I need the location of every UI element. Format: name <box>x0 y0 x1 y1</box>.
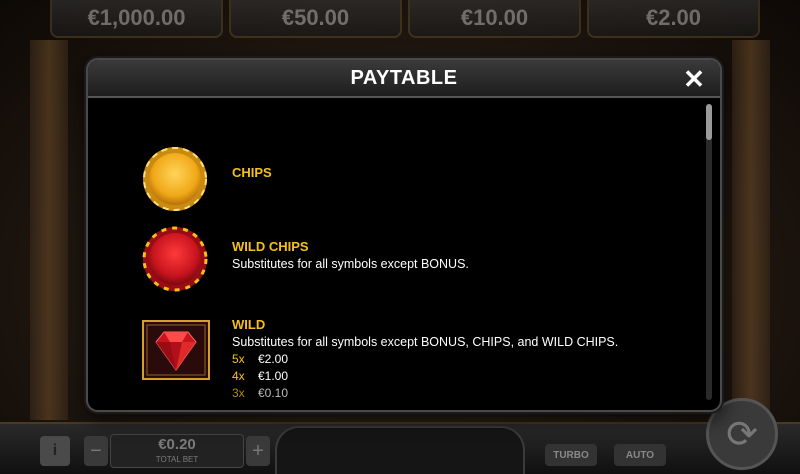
wild-chips-text: WILD CHIPS Substitutes for all symbols e… <box>232 238 469 273</box>
bottom-control-bar: i − €0.20 TOTAL BET + TURBO AUTO ⟳ <box>0 398 800 474</box>
pay-amount: €2.00 <box>258 352 289 366</box>
modal-header: PAYTABLE ✕ <box>88 60 720 98</box>
red-chip-icon <box>142 226 208 292</box>
bet-decrease-button[interactable]: − <box>84 436 108 466</box>
ruby-gem-icon <box>142 320 210 380</box>
pay-line: 4x €1.00 <box>232 368 618 385</box>
pay-multiplier: 4x <box>232 369 245 383</box>
total-bet-label: TOTAL BET <box>155 455 199 464</box>
symbol-description: Substitutes for all symbols except BONUS… <box>232 257 469 271</box>
chips-text: CHIPS <box>232 164 272 182</box>
close-icon: ✕ <box>683 64 705 94</box>
gold-chip-icon <box>143 147 207 211</box>
pay-amount: €0.10 <box>258 386 289 400</box>
info-button[interactable]: i <box>40 436 70 466</box>
scrollbar-track[interactable] <box>706 104 712 400</box>
pay-amount: €1.00 <box>258 369 289 383</box>
pay-line: 3x €0.10 <box>232 385 618 402</box>
symbol-name: WILD <box>232 317 266 332</box>
jackpot-row: €1,000.00 €50.00 €10.00 €2.00 <box>50 0 760 42</box>
pay-multiplier: 3x <box>232 386 245 400</box>
modal-title: PAYTABLE <box>350 66 458 89</box>
turbo-button[interactable]: TURBO <box>545 444 597 466</box>
symbol-name: CHIPS <box>232 165 272 180</box>
message-panel <box>275 426 525 474</box>
pay-multiplier: 5x <box>232 352 245 366</box>
jackpot-mini: €2.00 <box>587 0 760 38</box>
scrollbar-thumb[interactable] <box>706 104 712 140</box>
close-button[interactable]: ✕ <box>680 65 708 93</box>
jackpot-major: €50.00 <box>229 0 402 38</box>
jackpot-minor: €10.00 <box>408 0 581 38</box>
paytable-modal: PAYTABLE ✕ CHIPS WILD CHIPS Substitutes … <box>86 58 722 412</box>
bet-increase-button[interactable]: + <box>246 436 270 466</box>
wild-text: WILD Substitutes for all symbols except … <box>232 316 618 402</box>
reel-frame-right <box>732 40 770 420</box>
total-bet-display: €0.20 TOTAL BET <box>110 434 244 468</box>
pay-line: 5x €2.00 <box>232 351 618 368</box>
refresh-icon: ⟳ <box>726 413 758 456</box>
autoplay-button[interactable]: AUTO <box>614 444 666 466</box>
symbol-name: WILD CHIPS <box>232 239 309 254</box>
symbol-description: Substitutes for all symbols except BONUS… <box>232 335 619 349</box>
jackpot-grand: €1,000.00 <box>50 0 223 38</box>
total-bet-value: €0.20 <box>158 436 196 453</box>
paytable-body: CHIPS WILD CHIPS Substitutes for all sym… <box>88 100 720 410</box>
reel-frame-left <box>30 40 68 420</box>
